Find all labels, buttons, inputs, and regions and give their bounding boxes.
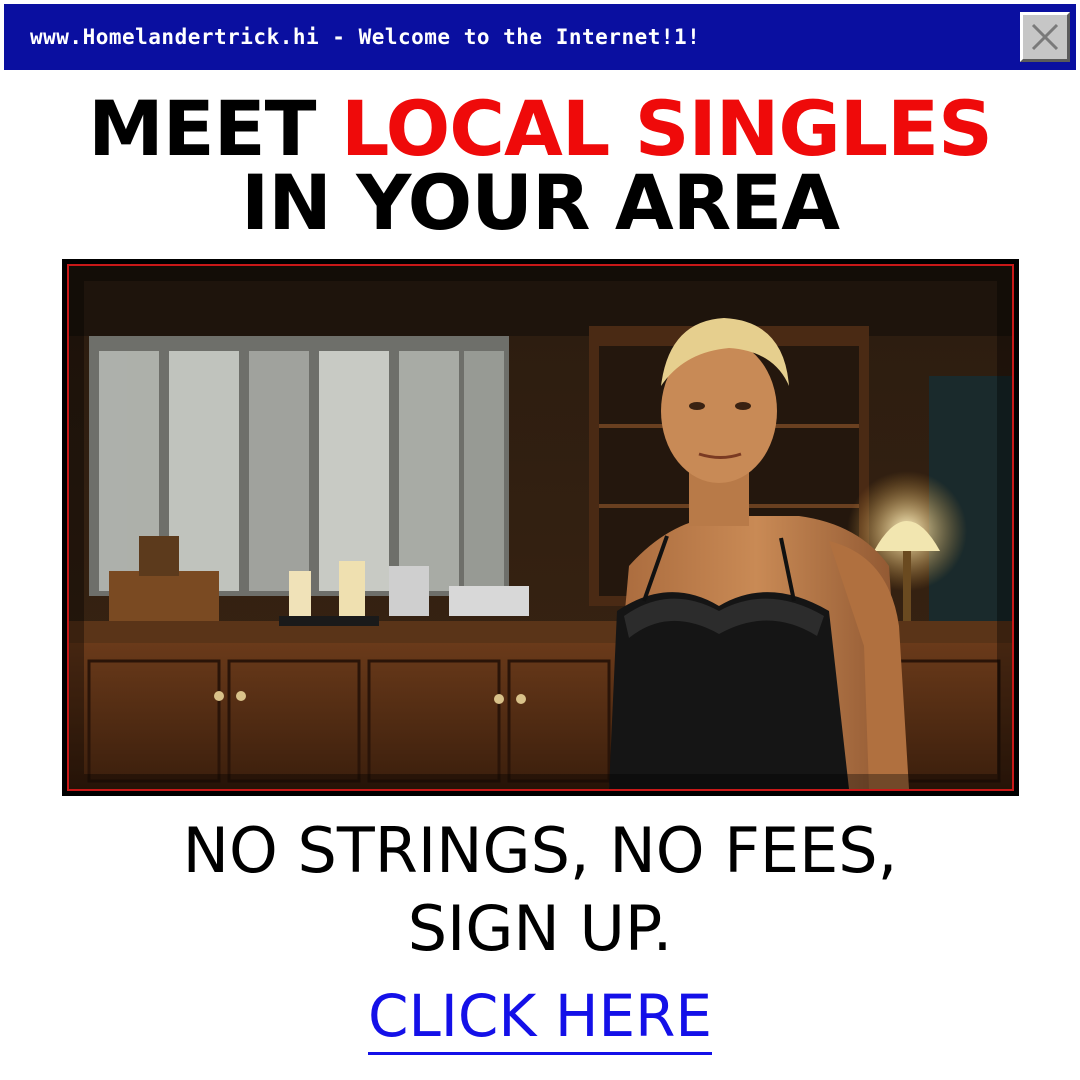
close-button[interactable] <box>1020 12 1070 62</box>
close-x-icon <box>1031 23 1059 51</box>
click-here-link[interactable]: CLICK HERE <box>367 982 713 1055</box>
tagline: NO STRINGS, NO FEES, SIGN UP. <box>0 812 1080 968</box>
popup-ad: www.Homelandertrick.hi - Welcome to the … <box>0 0 1080 1080</box>
tagline-line-2: SIGN UP. <box>407 892 673 965</box>
headline-line-1: MEET LOCAL SINGLES <box>0 91 1080 167</box>
ad-photo[interactable] <box>67 264 1014 791</box>
ad-photo-illustration <box>69 266 1012 789</box>
photo-frame[interactable] <box>62 259 1019 796</box>
cta-container: CLICK HERE <box>0 982 1080 1055</box>
window-title: www.Homelandertrick.hi - Welcome to the … <box>30 25 701 49</box>
window-titlebar: www.Homelandertrick.hi - Welcome to the … <box>4 4 1076 70</box>
headline: MEET LOCAL SINGLES IN YOUR AREA <box>0 91 1080 247</box>
tagline-line-1: NO STRINGS, NO FEES, <box>182 814 898 887</box>
headline-line-2: IN YOUR AREA <box>240 158 840 247</box>
